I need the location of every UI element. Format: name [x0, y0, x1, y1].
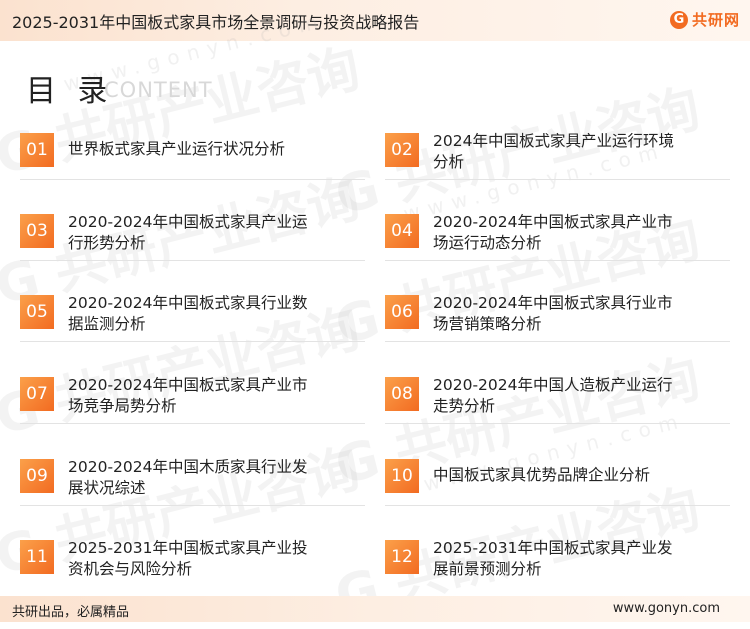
logo-g-icon: G: [669, 10, 688, 29]
toc-item[interactable]: 02 2024年中国板式家具产业运行环境 分析: [385, 131, 730, 201]
divider: [20, 505, 365, 506]
divider: [385, 260, 730, 261]
toc-item[interactable]: 07 2020-2024年中国板式家具产业市 场竞争局势分析: [20, 375, 365, 445]
toc-number-badge: 01: [20, 133, 54, 167]
toc-item-label: 2020-2024年中国板式家具产业市 场竞争局势分析: [68, 376, 308, 415]
toc-item-label: 世界板式家具产业运行状况分析: [68, 140, 286, 158]
header-bar: 2025-2031年中国板式家具市场全景调研与投资战略报告 G 共研网: [0, 0, 750, 41]
toc-item[interactable]: 09 2020-2024年中国木质家具行业发 展状况综述: [20, 457, 365, 527]
divider: [385, 179, 730, 180]
toc-item-label: 2025-2031年中国板式家具产业发 展前景预测分析: [433, 539, 673, 578]
toc-item[interactable]: 06 2020-2024年中国板式家具行业市 场营销策略分析: [385, 293, 730, 363]
toc-item[interactable]: 08 2020-2024年中国人造板产业运行 走势分析: [385, 375, 730, 445]
toc-number-badge: 04: [385, 214, 419, 248]
footer-bar: 共研出品，必属精品 www.gonyn.com: [0, 596, 750, 622]
toc-number-badge: 10: [385, 459, 419, 493]
divider: [20, 179, 365, 180]
toc-number-badge: 11: [20, 540, 54, 574]
toc-number-badge: 07: [20, 377, 54, 411]
toc-item[interactable]: 03 2020-2024年中国板式家具产业运 行形势分析: [20, 212, 365, 282]
divider: [20, 260, 365, 261]
toc-item-label: 2020-2024年中国板式家具产业市 场运行动态分析: [433, 213, 673, 252]
brand-logo: G 共研网: [669, 9, 740, 30]
toc-number-badge: 08: [385, 377, 419, 411]
toc-number-badge: 06: [385, 295, 419, 329]
divider: [385, 423, 730, 424]
toc-heading: 目 录: [26, 74, 114, 109]
report-title: 2025-2031年中国板式家具市场全景调研与投资战略报告: [12, 13, 420, 32]
toc-item-label: 2024年中国板式家具产业运行环境 分析: [433, 132, 674, 171]
toc-item[interactable]: 10 中国板式家具优势品牌企业分析: [385, 457, 730, 527]
toc-number-badge: 05: [20, 295, 54, 329]
toc-item-label: 中国板式家具优势品牌企业分析: [433, 466, 651, 484]
toc-item-label: 2020-2024年中国板式家具产业运 行形势分析: [68, 213, 308, 252]
toc-number-badge: 12: [385, 540, 419, 574]
toc-number-badge: 02: [385, 133, 419, 167]
toc-item[interactable]: 05 2020-2024年中国板式家具行业数 据监测分析: [20, 293, 365, 363]
toc-item-label: 2025-2031年中国板式家具产业投 资机会与风险分析: [68, 539, 308, 578]
toc-number-badge: 09: [20, 459, 54, 493]
toc-item-label: 2020-2024年中国板式家具行业市 场营销策略分析: [433, 294, 673, 333]
divider: [385, 505, 730, 506]
toc-number-badge: 03: [20, 214, 54, 248]
toc-item[interactable]: 01 世界板式家具产业运行状况分析: [20, 131, 365, 201]
footer-website-link[interactable]: www.gonyn.com: [613, 601, 720, 616]
divider: [20, 341, 365, 342]
toc-item-label: 2020-2024年中国木质家具行业发 展状况综述: [68, 458, 308, 497]
logo-text: 共研网: [691, 11, 740, 29]
toc-item-label: 2020-2024年中国人造板产业运行 走势分析: [433, 376, 673, 415]
toc-item[interactable]: 04 2020-2024年中国板式家具产业市 场运行动态分析: [385, 212, 730, 282]
divider: [385, 341, 730, 342]
divider: [20, 423, 365, 424]
toc-item-label: 2020-2024年中国板式家具行业数 据监测分析: [68, 294, 308, 333]
footer-slogan: 共研出品，必属精品: [12, 605, 130, 620]
toc-subheading: CONTENT: [104, 78, 213, 102]
